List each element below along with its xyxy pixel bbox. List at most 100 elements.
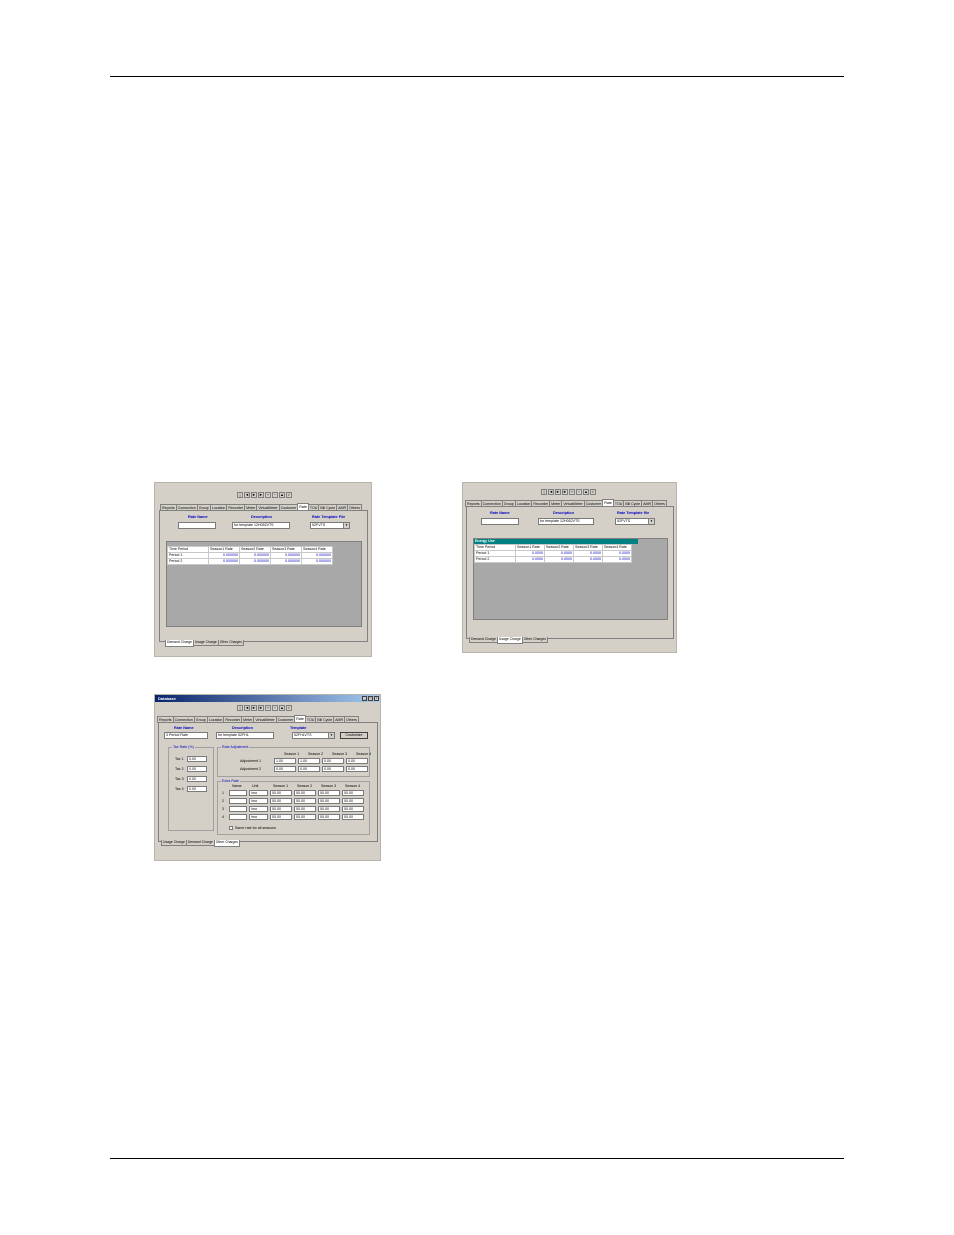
tax-input[interactable]: 0.00 xyxy=(187,756,207,762)
adjustment-input[interactable]: 0.00 xyxy=(322,766,344,772)
nav-button[interactable]: − xyxy=(272,705,278,711)
subtab-other-charges[interactable]: Other Charges xyxy=(217,640,245,646)
nav-button[interactable]: ▲ xyxy=(583,489,589,495)
extra-season-input[interactable]: 00.00 xyxy=(270,790,292,796)
nav-button[interactable]: ► xyxy=(555,489,561,495)
nav-button[interactable]: ▲ xyxy=(279,705,285,711)
nav-button[interactable]: − xyxy=(576,489,582,495)
rate-cell[interactable]: 0.0000 xyxy=(515,556,545,563)
customize-button[interactable]: Customize xyxy=(340,732,368,739)
nav-button[interactable]: |◄ xyxy=(237,492,243,498)
extra-season-input[interactable]: 00.00 xyxy=(294,814,316,820)
extra-unit-input[interactable]: /mo xyxy=(249,806,268,812)
extra-unit-input[interactable]: /mo xyxy=(249,790,268,796)
nav-button[interactable]: ◄ xyxy=(244,705,250,711)
extra-season-input[interactable]: 00.00 xyxy=(270,814,292,820)
chevron-down-icon[interactable]: ▼ xyxy=(343,523,349,528)
rate-cell[interactable]: 0.000000 xyxy=(301,558,333,565)
nav-button[interactable]: + xyxy=(265,705,271,711)
extra-season-input[interactable]: 00.00 xyxy=(270,798,292,804)
adjustment-input[interactable]: 0.00 xyxy=(298,766,320,772)
extra-season-input[interactable]: 00.00 xyxy=(294,798,316,804)
subtab-other-charges[interactable]: Other Charges xyxy=(521,637,549,643)
extra-season-input[interactable]: 00.00 xyxy=(294,790,316,796)
tax-input[interactable]: 0.00 xyxy=(187,786,207,792)
rate-name-input[interactable] xyxy=(178,522,216,529)
template-select[interactable]: 52FVTS ▼ xyxy=(310,522,350,529)
adjustment-input[interactable]: 0.00 xyxy=(274,766,296,772)
rate-cell[interactable]: 0.000000 xyxy=(208,558,240,565)
description-input[interactable]: for template 12H052VTS xyxy=(538,518,594,525)
extra-season-input[interactable]: 00.00 xyxy=(318,798,340,804)
extra-name-input[interactable] xyxy=(229,790,247,796)
rate-name-input[interactable]: 3 Period Rate xyxy=(164,732,208,739)
subtab-demand-charge[interactable]: Demand Charge xyxy=(469,637,498,643)
subtab-usage-charge[interactable]: Usage Charge xyxy=(161,840,187,846)
adjustment-input[interactable]: 1.00 xyxy=(274,758,296,764)
rate-grid: Energy Use Time Period Season1 Rate Season… xyxy=(473,538,668,620)
tax-label: Tax 4 xyxy=(175,787,184,791)
extra-name-input[interactable] xyxy=(229,798,247,804)
nav-button[interactable]: + xyxy=(265,492,271,498)
nav-button[interactable]: ✓ xyxy=(590,489,596,495)
extra-season-input[interactable]: 00.00 xyxy=(318,814,340,820)
tax-input[interactable]: 0.00 xyxy=(187,766,207,772)
minimize-icon[interactable]: _ xyxy=(362,696,367,701)
rate-cell[interactable]: 0.0000 xyxy=(602,556,632,563)
template-select[interactable]: 52FVTS ▼ xyxy=(615,518,655,525)
extra-season-input[interactable]: 00.00 xyxy=(342,814,364,820)
table-row[interactable]: Period 2 0.0000 0.0000 0.0000 0.0000 xyxy=(474,556,632,563)
nav-button[interactable]: ▲ xyxy=(279,492,285,498)
extra-season-input[interactable]: 00.00 xyxy=(342,790,364,796)
rate-name-input[interactable] xyxy=(481,518,519,525)
nav-button[interactable]: ► xyxy=(251,492,257,498)
same-rate-checkbox[interactable] xyxy=(229,826,233,830)
subtab-usage-charge[interactable]: Usage Charge xyxy=(496,637,523,644)
subtab-demand-charge[interactable]: Demand Charge xyxy=(165,640,194,647)
nav-button[interactable]: ◄ xyxy=(244,492,250,498)
extra-season-input[interactable]: 00.00 xyxy=(318,790,340,796)
adjustment-input[interactable]: 0.00 xyxy=(322,758,344,764)
adjustment-input[interactable]: 0.00 xyxy=(346,758,368,764)
maximize-icon[interactable]: □ xyxy=(368,696,373,701)
extra-season-input[interactable]: 00.00 xyxy=(294,806,316,812)
chevron-down-icon[interactable]: ▼ xyxy=(328,733,334,738)
extra-season-input[interactable]: 00.00 xyxy=(342,798,364,804)
subtab-other-charges[interactable]: Other Charges xyxy=(213,840,241,847)
extra-season-input[interactable]: 00.00 xyxy=(342,806,364,812)
tax-input[interactable]: 0.00 xyxy=(187,776,207,782)
nav-button[interactable]: − xyxy=(272,492,278,498)
nav-button[interactable]: ✓ xyxy=(286,492,292,498)
template-select[interactable]: 52FHLVTS ▼ xyxy=(292,732,335,739)
adjustment-input[interactable]: 0.00 xyxy=(346,766,368,772)
nav-button[interactable]: |◄ xyxy=(237,705,243,711)
subtab-demand-charge[interactable]: Demand Charge xyxy=(185,840,215,846)
rate-cell[interactable]: 0.000000 xyxy=(239,558,271,565)
extra-season-input[interactable]: 00.00 xyxy=(270,806,292,812)
rate-cell[interactable]: 0.0000 xyxy=(573,556,603,563)
extra-name-input[interactable] xyxy=(229,814,247,820)
adjustment-input[interactable]: 1.00 xyxy=(298,758,320,764)
rate-adjustment-legend: Rate Adjustment xyxy=(221,745,250,749)
chevron-down-icon[interactable]: ▼ xyxy=(648,519,654,524)
extra-unit-input[interactable]: /mo xyxy=(249,814,268,820)
extra-season-input[interactable]: 00.00 xyxy=(318,806,340,812)
rate-cell[interactable]: 0.000000 xyxy=(270,558,302,565)
nav-button[interactable]: ► xyxy=(251,705,257,711)
nav-button[interactable]: |◄ xyxy=(541,489,547,495)
header-rule xyxy=(110,76,844,77)
nav-button[interactable]: ►| xyxy=(562,489,568,495)
nav-button[interactable]: ✓ xyxy=(286,705,292,711)
rate-cell[interactable]: 0.0000 xyxy=(544,556,574,563)
nav-button[interactable]: ►| xyxy=(258,705,264,711)
nav-button[interactable]: ►| xyxy=(258,492,264,498)
nav-button[interactable]: ◄ xyxy=(548,489,554,495)
close-icon[interactable]: × xyxy=(374,696,379,701)
table-row[interactable]: Period 2 0.000000 0.000000 0.000000 0.000000 xyxy=(167,558,333,565)
extra-unit-input[interactable]: /mo xyxy=(249,798,268,804)
subtab-usage-charge[interactable]: Usage Charge xyxy=(192,640,219,646)
nav-button[interactable]: + xyxy=(569,489,575,495)
description-input[interactable]: for template 52FHL xyxy=(216,732,274,739)
description-input[interactable]: for template 12H052VTS xyxy=(232,522,290,529)
extra-name-input[interactable] xyxy=(229,806,247,812)
